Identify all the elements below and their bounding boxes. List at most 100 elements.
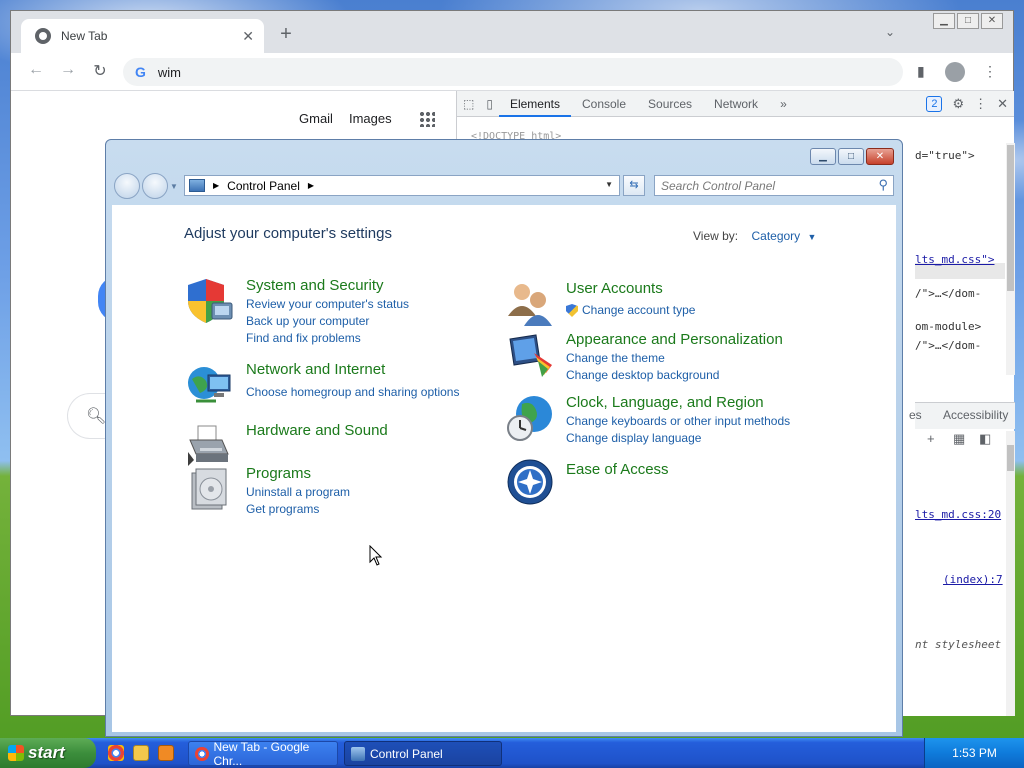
task-link[interactable]: Change display language [566,430,790,447]
back-button[interactable]: ← [25,61,47,79]
profile-avatar-icon[interactable] [945,62,965,82]
cp-minimize-button[interactable]: ▁ [810,148,836,165]
chrome-quicklaunch-icon[interactable] [108,745,124,761]
tab-sources[interactable]: Sources [637,91,703,117]
breadcrumb-arrow-icon[interactable]: ▶ [213,181,219,190]
settings-gear-icon[interactable]: ⚙ [952,96,964,112]
tab-search-chevron-icon[interactable]: ⌄ [885,25,895,39]
users-icon[interactable] [506,280,554,328]
task-link[interactable]: Change the theme [566,350,719,367]
programs-disc-icon[interactable] [186,465,234,513]
control-panel-window: ▁ □ ✕ ▼ ▶ Control Panel ▶ ▼ ⇆ Search Con… [105,139,903,737]
cp-close-button[interactable]: ✕ [866,148,894,165]
recent-pages-dropdown-icon[interactable]: ▼ [170,182,178,199]
search-icon[interactable]: ⚲ [878,177,888,193]
printer-icon[interactable] [186,422,234,470]
category-title[interactable]: User Accounts [566,280,663,297]
devtools-close-icon[interactable]: ✕ [997,96,1008,112]
styles-scrollbar-thumb[interactable] [1007,445,1014,471]
start-button[interactable]: start [0,738,96,768]
back-button[interactable] [114,173,140,199]
task-link[interactable]: Choose homegroup and sharing options [246,384,459,401]
images-link[interactable]: Images [349,111,392,126]
more-tabs-icon[interactable]: » [769,91,798,117]
subtab-partial[interactable]: es [909,408,922,422]
shield-icon[interactable] [186,277,234,325]
media-player-quicklaunch-icon[interactable] [158,745,174,761]
style-source-link[interactable]: (index):7 [943,573,1003,586]
task-link[interactable]: Review your computer's status [246,296,409,313]
folder-quicklaunch-icon[interactable] [133,745,149,761]
task-link[interactable]: Change desktop background [566,367,719,384]
tab-console[interactable]: Console [571,91,637,117]
task-link[interactable]: Get programs [246,501,350,518]
tab-accessibility[interactable]: Accessibility [943,408,1008,422]
tab-new-tab[interactable]: New Tab ✕ [21,19,264,53]
devtools-tab-bar: ⬚ ▯ Elements Console Sources Network » 2… [457,91,1014,117]
address-bar[interactable]: G wim [123,58,903,86]
tab-elements[interactable]: Elements [498,91,571,117]
tab-close-icon[interactable]: ✕ [242,28,254,45]
close-button[interactable]: ✕ [981,13,1003,29]
network-globe-icon[interactable] [186,361,234,409]
breadcrumb-arrow-icon[interactable]: ▶ [308,181,314,190]
category-links: Review your computer's status Back up yo… [246,296,409,347]
code-line: om-module> [915,320,982,333]
style-source-link[interactable]: lts_md.css:20 [915,508,1001,521]
elements-scrollbar-thumb[interactable] [1007,145,1014,291]
google-apps-icon[interactable] [419,111,435,127]
system-tray: 1:53 PM [924,738,1024,768]
cp-maximize-button[interactable]: □ [838,148,864,165]
minimize-button[interactable]: ▁ [933,13,955,29]
category-title[interactable]: Ease of Access [566,461,669,478]
task-link[interactable]: Change account type [566,302,695,319]
category-title[interactable]: System and Security [246,277,384,294]
tab-network[interactable]: Network [703,91,769,117]
address-dropdown-icon[interactable]: ▼ [605,180,613,189]
side-panel-icon[interactable]: ▮ [917,63,925,80]
clock[interactable]: 1:53 PM [952,746,997,760]
chrome-menu-icon[interactable]: ⋮ [983,63,997,80]
element-state-icon[interactable]: ▦ [953,431,965,447]
code-line-link[interactable]: lts_md.css"> [915,253,994,266]
taskbar-item-label: New Tab - Google Chr... [213,739,310,768]
forward-button[interactable]: → [57,61,79,79]
device-toolbar-icon[interactable]: ▯ [480,97,499,111]
maximize-button[interactable]: □ [957,13,979,29]
clock-globe-icon[interactable] [506,394,554,442]
view-by-dropdown[interactable]: Category [751,229,800,243]
category-title[interactable]: Network and Internet [246,361,385,378]
breadcrumb-control-panel[interactable]: Control Panel [227,179,300,193]
task-link[interactable]: Find and fix problems [246,330,409,347]
category-title[interactable]: Hardware and Sound [246,422,388,439]
inspect-element-icon[interactable]: ⬚ [457,97,480,111]
cp-search-input[interactable]: Search Control Panel ⚲ [654,175,894,196]
reload-button[interactable]: ↻ [89,61,111,81]
gmail-link[interactable]: Gmail [299,111,333,126]
styles-scrollbar[interactable] [1006,431,1015,716]
issues-badge[interactable]: 2 [926,96,943,112]
forward-button[interactable] [142,173,168,199]
chevron-down-icon[interactable]: ▼ [808,232,817,242]
task-link[interactable]: Change keyboards or other input methods [566,413,790,430]
devtools-menu-icon[interactable]: ⋮ [974,96,987,112]
taskbar-item-chrome[interactable]: New Tab - Google Chr... [188,739,338,768]
new-tab-button[interactable]: + [275,23,297,46]
taskbar-item-control-panel[interactable]: Control Panel [344,741,502,766]
ease-of-access-icon[interactable] [506,458,554,506]
uac-shield-icon [566,304,578,317]
sidebar-toggle-icon[interactable]: ◧ [979,431,991,447]
add-rule-icon[interactable]: + [927,431,935,446]
cp-window-controls: ▁ □ ✕ [810,148,894,165]
cp-address-bar[interactable]: ▶ Control Panel ▶ ▼ [184,175,620,196]
task-link-text[interactable]: Change account type [582,302,695,319]
category-title[interactable]: Clock, Language, and Region [566,394,764,411]
task-link[interactable]: Uninstall a program [246,484,350,501]
monitor-paint-icon[interactable] [506,331,554,379]
category-title[interactable]: Appearance and Personalization [566,331,783,348]
taskbar: start New Tab - Google Chr... Control Pa… [0,738,1024,768]
category-title[interactable]: Programs [246,465,311,482]
refresh-button[interactable]: ⇆ [623,175,645,196]
google-top-links: Gmail Images [299,111,392,126]
task-link[interactable]: Back up your computer [246,313,409,330]
